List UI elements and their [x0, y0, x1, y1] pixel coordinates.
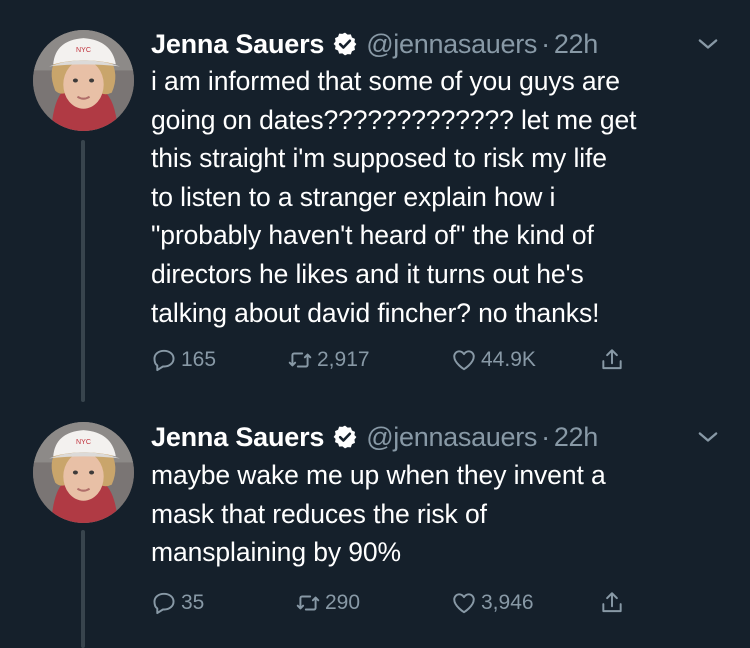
like-button[interactable]: 44.9K [451, 343, 536, 377]
svg-text:NYC: NYC [76, 47, 91, 54]
tweet-actions: 165 2,917 44.9K [151, 343, 711, 377]
timestamp[interactable]: 22h [554, 422, 598, 453]
thread-line [81, 140, 85, 402]
tweet-header: Jenna Sauers @jennasauers · 22h [151, 24, 598, 64]
display-name[interactable]: Jenna Sauers [151, 29, 324, 60]
handle[interactable]: @jennasauers [366, 29, 537, 60]
retweet-count: 2,917 [317, 348, 370, 371]
tweet-header: Jenna Sauers @jennasauers · 22h [151, 417, 598, 457]
tweet-text: maybe wake me up when they invent a mask… [151, 460, 606, 568]
like-icon [453, 593, 475, 614]
avatar-photo: NYC [33, 422, 134, 523]
share-icon [602, 592, 622, 613]
avatar-photo: NYC [33, 30, 134, 131]
retweet-icon [288, 352, 312, 368]
like-count: 44.9K [481, 348, 536, 371]
avatar[interactable]: NYC [33, 30, 134, 131]
reply-button[interactable]: 165 [151, 343, 216, 377]
display-name[interactable]: Jenna Sauers [151, 422, 324, 453]
share-button[interactable] [599, 343, 629, 377]
tweet-actions: 35 290 3,946 [151, 586, 711, 620]
like-icon [453, 350, 475, 371]
reply-icon [153, 592, 175, 615]
retweet-icon [296, 595, 320, 611]
like-count: 3,946 [481, 591, 534, 614]
reply-count: 165 [181, 348, 217, 371]
verified-badge-icon [333, 425, 357, 449]
retweet-count: 290 [325, 591, 361, 614]
retweet-button[interactable]: 290 [295, 586, 360, 620]
thread-line [81, 530, 85, 648]
timestamp[interactable]: 22h [554, 29, 598, 60]
avatar[interactable]: NYC [33, 422, 134, 523]
share-icon [602, 349, 622, 370]
verified-badge-icon [333, 32, 357, 56]
tweet-2[interactable]: NYC Jenna Sauers @jennasauers · 22h mayb… [0, 400, 750, 648]
chevron-down-icon[interactable] [694, 30, 722, 58]
reply-button[interactable]: 35 [151, 586, 204, 620]
svg-text:NYC: NYC [76, 439, 91, 446]
tweet-1[interactable]: NYC Jenna Sauers @jennasauers · 22h i am… [0, 0, 750, 402]
like-button[interactable]: 3,946 [451, 586, 534, 620]
separator: · [541, 421, 550, 452]
retweet-button[interactable]: 2,917 [287, 343, 370, 377]
chevron-down-icon[interactable] [694, 423, 722, 451]
reply-icon [153, 349, 175, 372]
share-button[interactable] [599, 586, 629, 620]
tweet-text: i am informed that some of you guys are … [151, 66, 637, 328]
handle[interactable]: @jennasauers [366, 422, 537, 453]
reply-count: 35 [181, 591, 205, 614]
separator: · [541, 28, 550, 59]
